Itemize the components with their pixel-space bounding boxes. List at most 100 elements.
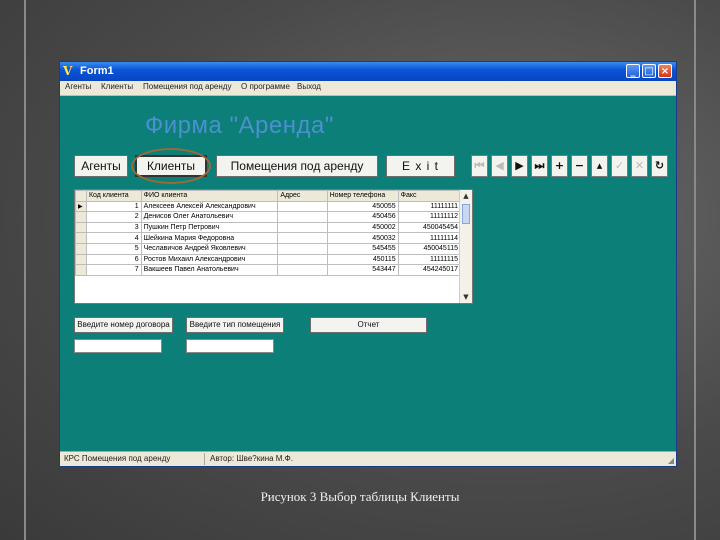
- agents-button[interactable]: Агенты: [74, 155, 128, 177]
- clients-table: Код клиента ФИО клиента Адрес Номер теле…: [75, 190, 462, 276]
- table-cell[interactable]: 450115: [326, 253, 399, 266]
- title-bar[interactable]: V Form1 _ □ ×: [60, 62, 676, 81]
- table-row[interactable]: 5 Чеславичов Андрей Яковлевич 545455 450045…: [75, 242, 462, 255]
- row-indicator-icon: [75, 264, 87, 276]
- exit-button[interactable]: E x i t: [386, 155, 455, 177]
- grid-scrollbar[interactable]: ▲ ▼: [459, 190, 472, 303]
- table-cell[interactable]: [277, 221, 328, 234]
- column-header[interactable]: Факс: [397, 190, 462, 202]
- status-bar: КРС Помещения под аренду Автор: Шве?кина…: [60, 451, 676, 466]
- column-header[interactable]: Номер телефона: [326, 190, 399, 202]
- row-indicator-icon: ▶: [75, 200, 87, 213]
- app-logo-icon: V: [63, 64, 73, 78]
- status-divider: [204, 453, 205, 465]
- menu-item-clients[interactable]: Клиенты: [101, 82, 133, 91]
- table-cell[interactable]: 4: [85, 232, 142, 244]
- table-row[interactable]: 6 Ростов Михаил Александрович 450115 111111…: [75, 253, 462, 266]
- report-button[interactable]: Отчет: [310, 317, 427, 333]
- table-cell[interactable]: [277, 242, 328, 255]
- row-indicator-header: [75, 190, 87, 202]
- selection-highlight: [131, 148, 211, 184]
- table-cell[interactable]: [277, 211, 328, 223]
- contract-number-field[interactable]: [74, 339, 162, 353]
- enter-contract-button[interactable]: Введите номер договора: [74, 317, 173, 333]
- edit-icon[interactable]: ▴: [591, 155, 608, 177]
- table-cell[interactable]: 450456: [326, 211, 399, 223]
- table-cell[interactable]: 450002: [326, 221, 399, 234]
- table-cell[interactable]: 543447: [326, 264, 399, 276]
- table-header-row: Код клиента ФИО клиента Адрес Номер теле…: [75, 190, 462, 202]
- table-cell[interactable]: Пушкин Петр Петрович: [140, 221, 279, 234]
- status-text: КРС Помещения под аренду: [64, 454, 171, 463]
- row-indicator-icon: [75, 211, 87, 223]
- window-title: Form1: [80, 65, 114, 77]
- cancel-icon[interactable]: ✕: [631, 155, 648, 177]
- menu-item-exit[interactable]: Выход: [297, 82, 321, 91]
- table-row[interactable]: ▶ 1 Алексеев Алексей Александрович 450055 11…: [75, 200, 462, 213]
- table-cell[interactable]: 11111114: [397, 232, 462, 244]
- premises-button[interactable]: Помещения под аренду: [216, 155, 378, 177]
- minimize-button[interactable]: _: [626, 64, 640, 78]
- scroll-up-icon[interactable]: ▲: [461, 191, 471, 201]
- table-cell[interactable]: 1: [85, 200, 142, 213]
- table-cell[interactable]: 545455: [326, 242, 399, 255]
- table-cell[interactable]: 450045115: [397, 242, 462, 255]
- table-cell[interactable]: 11111115: [397, 253, 462, 266]
- row-indicator-icon: [75, 242, 87, 255]
- row-indicator-icon: [75, 232, 87, 244]
- last-record-icon[interactable]: ⏭: [531, 155, 548, 177]
- page-title: Фирма "Аренда": [145, 112, 334, 139]
- maximize-button[interactable]: □: [642, 64, 656, 78]
- table-cell[interactable]: Чеславичов Андрей Яковлевич: [140, 242, 279, 255]
- scroll-thumb[interactable]: [462, 204, 470, 224]
- figure-caption: Рисунок 3 Выбор таблицы Клиенты: [260, 489, 460, 504]
- table-cell[interactable]: 2: [85, 211, 142, 223]
- table-cell[interactable]: Алексеев Алексей Александрович: [140, 200, 279, 213]
- table-cell[interactable]: Ростов Михаил Александрович: [140, 253, 279, 266]
- table-cell[interactable]: 6: [85, 253, 142, 266]
- status-author: Автор: Шве?кина М.Ф.: [210, 454, 293, 463]
- prior-record-icon[interactable]: ◀: [491, 155, 508, 177]
- table-cell[interactable]: [277, 200, 328, 213]
- delete-icon[interactable]: −: [571, 155, 588, 177]
- table-cell[interactable]: Шейкина Мария Федоровна: [140, 232, 279, 244]
- column-header[interactable]: Адрес: [277, 190, 328, 202]
- next-record-icon[interactable]: ▶: [511, 155, 528, 177]
- table-cell[interactable]: [277, 253, 328, 266]
- clients-grid[interactable]: Код клиента ФИО клиента Адрес Номер теле…: [74, 189, 473, 304]
- column-header[interactable]: ФИО клиента: [140, 190, 279, 202]
- table-cell[interactable]: Вакшеев Павел Анатольевич: [140, 264, 279, 276]
- menu-item-agents[interactable]: Агенты: [65, 82, 91, 91]
- table-row[interactable]: 2 Денисов Олег Анатольевич 450456 11111112: [75, 211, 462, 223]
- table-cell[interactable]: 5: [85, 242, 142, 255]
- table-cell[interactable]: 11111112: [397, 211, 462, 223]
- table-row[interactable]: 4 Шейкина Мария Федоровна 450032 11111114: [75, 232, 462, 244]
- column-header[interactable]: Код клиента: [85, 190, 142, 202]
- first-record-icon[interactable]: ⏮: [471, 155, 488, 177]
- table-cell[interactable]: 450045454: [397, 221, 462, 234]
- table-cell[interactable]: 11111111: [397, 200, 462, 213]
- table-cell[interactable]: 7: [85, 264, 142, 276]
- table-cell[interactable]: 450032: [326, 232, 399, 244]
- table-row[interactable]: 3 Пушкин Петр Петрович 450002 450045454: [75, 221, 462, 234]
- table-cell[interactable]: Денисов Олег Анатольевич: [140, 211, 279, 223]
- menu-item-about[interactable]: О программе: [241, 82, 290, 91]
- enter-premises-type-button[interactable]: Введите тип помещения: [186, 317, 284, 333]
- table-cell[interactable]: [277, 232, 328, 244]
- table-cell[interactable]: [277, 264, 328, 276]
- premises-type-field[interactable]: [186, 339, 274, 353]
- table-cell[interactable]: 450055: [326, 200, 399, 213]
- resize-grip-icon[interactable]: ◢: [668, 456, 674, 465]
- table-cell[interactable]: 3: [85, 221, 142, 234]
- table-cell[interactable]: 454245017: [397, 264, 462, 276]
- row-indicator-icon: [75, 221, 87, 234]
- app-window: V Form1 _ □ × Агенты Клиенты Помещения п…: [59, 61, 677, 467]
- close-button[interactable]: ×: [658, 64, 672, 78]
- insert-icon[interactable]: +: [551, 155, 568, 177]
- menu-bar: Агенты Клиенты Помещения под аренду О пр…: [60, 81, 676, 96]
- refresh-icon[interactable]: ↻: [651, 155, 668, 177]
- menu-item-premises[interactable]: Помещения под аренду: [143, 82, 231, 91]
- table-row[interactable]: 7 Вакшеев Павел Анатольевич 543447 45424501…: [75, 264, 462, 276]
- scroll-down-icon[interactable]: ▼: [461, 292, 471, 302]
- post-icon[interactable]: ✓: [611, 155, 628, 177]
